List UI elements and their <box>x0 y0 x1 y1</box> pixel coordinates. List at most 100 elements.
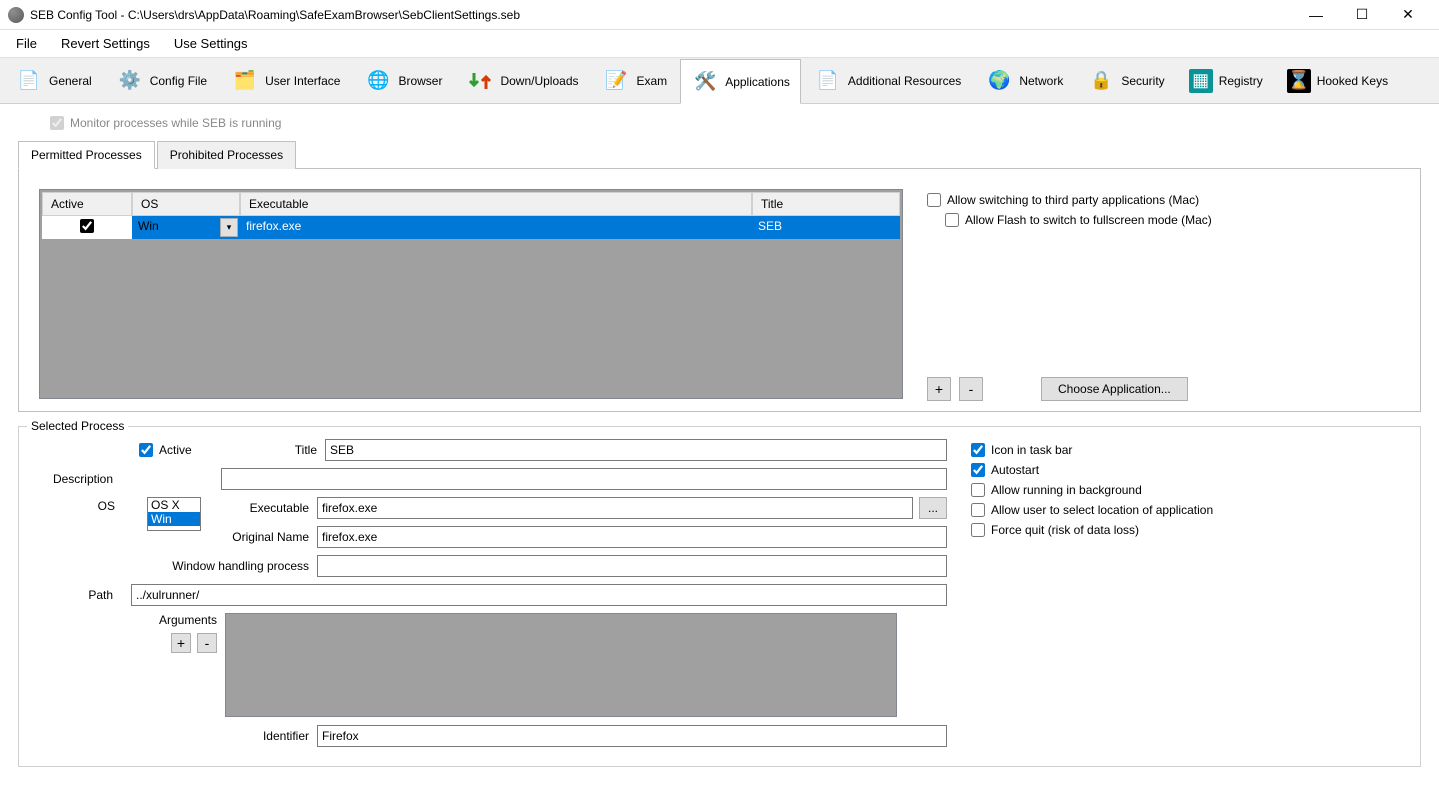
cell-active[interactable] <box>42 216 132 239</box>
app-icon <box>8 7 24 23</box>
choose-application-button[interactable]: Choose Application... <box>1041 377 1188 401</box>
tab-down-uploads[interactable]: Down/Uploads <box>455 58 589 103</box>
whp-field[interactable] <box>317 555 947 577</box>
monitor-label: Monitor processes while SEB is running <box>70 116 281 130</box>
menu-file[interactable]: File <box>4 32 49 55</box>
registry-icon: ▦ <box>1189 69 1213 93</box>
icon-taskbar-label: Icon in task bar <box>991 443 1072 457</box>
ui-icon: 🗂️ <box>231 67 259 95</box>
right-options: Allow switching to third party applicati… <box>927 189 1400 401</box>
tab-network[interactable]: 🌍Network <box>974 58 1074 103</box>
force-quit-checkbox[interactable] <box>971 523 985 537</box>
allow-location-checkbox[interactable] <box>971 503 985 517</box>
path-field[interactable] <box>131 584 947 606</box>
tab-hooked-keys[interactable]: ⌛Hooked Keys <box>1276 58 1399 103</box>
active-checkbox[interactable] <box>139 443 153 457</box>
add-argument-button[interactable]: + <box>171 633 191 653</box>
allow-switching-checkbox[interactable] <box>927 193 941 207</box>
subtab-permitted[interactable]: Permitted Processes <box>18 141 155 169</box>
remove-process-button[interactable]: - <box>959 377 983 401</box>
autostart-label: Autostart <box>991 463 1039 477</box>
icon-taskbar-checkbox[interactable] <box>971 443 985 457</box>
tab-exam[interactable]: 📝Exam <box>592 58 679 103</box>
hooked-icon: ⌛ <box>1287 69 1311 93</box>
path-label: Path <box>35 588 121 602</box>
os-listbox[interactable]: OS X Win <box>147 497 201 531</box>
tab-user-interface[interactable]: 🗂️User Interface <box>220 58 351 103</box>
toolbar: 📄General ⚙️Config File 🗂️User Interface … <box>0 58 1439 104</box>
title-field[interactable] <box>325 439 947 461</box>
title-label: Title <box>253 443 325 457</box>
add-process-button[interactable]: + <box>927 377 951 401</box>
monitor-processes-row: Monitor processes while SEB is running <box>50 116 1421 130</box>
identifier-label: Identifier <box>35 729 317 743</box>
menu-revert[interactable]: Revert Settings <box>49 32 162 55</box>
selected-process-legend: Selected Process <box>27 419 128 433</box>
allow-bg-label: Allow running in background <box>991 483 1142 497</box>
browse-executable-button[interactable]: ... <box>919 497 947 519</box>
chevron-down-icon[interactable]: ▾ <box>220 218 238 237</box>
monitor-checkbox[interactable] <box>50 116 64 130</box>
table-row[interactable]: Win▾ firefox.exe SEB <box>42 216 900 239</box>
allow-location-label: Allow user to select location of applica… <box>991 503 1213 517</box>
original-name-field[interactable] <box>317 526 947 548</box>
os-option-win[interactable]: Win <box>148 512 200 526</box>
menubar: File Revert Settings Use Settings <box>0 30 1439 58</box>
arguments-list[interactable] <box>225 613 897 717</box>
allow-flash-checkbox[interactable] <box>945 213 959 227</box>
network-icon: 🌍 <box>985 67 1013 95</box>
tab-applications[interactable]: 🛠️Applications <box>680 59 801 104</box>
allow-bg-checkbox[interactable] <box>971 483 985 497</box>
os-option-osx[interactable]: OS X <box>148 498 200 512</box>
whp-label: Window handling process <box>35 559 317 573</box>
remove-argument-button[interactable]: - <box>197 633 217 653</box>
subtab-prohibited[interactable]: Prohibited Processes <box>157 141 296 169</box>
col-executable[interactable]: Executable <box>240 192 752 216</box>
col-os[interactable]: OS <box>132 192 240 216</box>
active-label: Active <box>159 443 192 457</box>
description-label: Description <box>35 472 121 486</box>
subtabs: Permitted Processes Prohibited Processes <box>18 140 1421 169</box>
exam-icon: 📝 <box>603 67 631 95</box>
updown-icon <box>466 67 494 95</box>
tab-config-file[interactable]: ⚙️Config File <box>105 58 218 103</box>
security-icon: 🔒 <box>1087 67 1115 95</box>
maximize-button[interactable]: ☐ <box>1339 0 1385 30</box>
os-label: OS <box>35 499 121 513</box>
general-icon: 📄 <box>15 67 43 95</box>
window-title: SEB Config Tool - C:\Users\drs\AppData\R… <box>30 8 1293 22</box>
row-active-checkbox[interactable] <box>80 219 94 233</box>
cell-title[interactable]: SEB <box>752 216 900 239</box>
config-icon: ⚙️ <box>116 67 144 95</box>
content-area: Monitor processes while SEB is running P… <box>0 104 1439 779</box>
description-field[interactable] <box>221 468 947 490</box>
allow-flash-label: Allow Flash to switch to fullscreen mode… <box>965 213 1212 227</box>
minimize-button[interactable]: — <box>1293 0 1339 30</box>
tab-browser[interactable]: 🌐Browser <box>353 58 453 103</box>
tab-additional-resources[interactable]: 📄Additional Resources <box>803 58 972 103</box>
resources-icon: 📄 <box>814 67 842 95</box>
titlebar: SEB Config Tool - C:\Users\drs\AppData\R… <box>0 0 1439 30</box>
executable-label: Executable <box>201 501 317 515</box>
tab-panel: Active OS Executable Title Win▾ firefox.… <box>18 169 1421 412</box>
col-active[interactable]: Active <box>42 192 132 216</box>
cell-executable[interactable]: firefox.exe <box>240 216 752 239</box>
col-title[interactable]: Title <box>752 192 900 216</box>
tab-registry[interactable]: ▦Registry <box>1178 58 1274 103</box>
tab-general[interactable]: 📄General <box>4 58 103 103</box>
selected-process-fieldset: Selected Process Active Title Descriptio… <box>18 426 1421 767</box>
close-button[interactable]: ✕ <box>1385 0 1431 30</box>
tab-security[interactable]: 🔒Security <box>1076 58 1175 103</box>
identifier-field[interactable] <box>317 725 947 747</box>
browser-icon: 🌐 <box>364 67 392 95</box>
autostart-checkbox[interactable] <box>971 463 985 477</box>
apps-icon: 🛠️ <box>691 68 719 96</box>
force-quit-label: Force quit (risk of data loss) <box>991 523 1139 537</box>
menu-use[interactable]: Use Settings <box>162 32 260 55</box>
cell-os[interactable]: Win▾ <box>132 216 240 239</box>
executable-field[interactable] <box>317 497 913 519</box>
allow-switching-label: Allow switching to third party applicati… <box>947 193 1199 207</box>
arguments-label: Arguments <box>35 613 217 627</box>
original-name-label: Original Name <box>201 530 317 544</box>
processes-table[interactable]: Active OS Executable Title Win▾ firefox.… <box>39 189 903 399</box>
